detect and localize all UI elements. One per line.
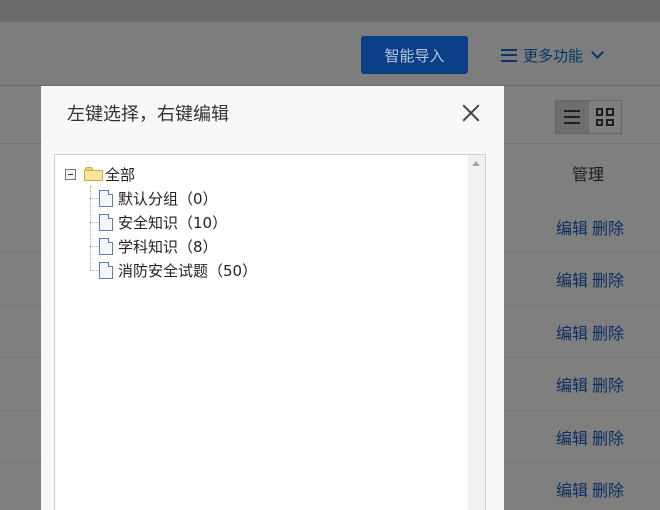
scroll-up-arrow-icon[interactable] bbox=[472, 161, 480, 166]
top-strip bbox=[0, 0, 660, 22]
delete-link[interactable]: 删除 bbox=[592, 477, 624, 501]
document-icon bbox=[99, 237, 113, 255]
chevron-down-icon bbox=[591, 45, 604, 59]
edit-link[interactable]: 编辑 bbox=[556, 372, 588, 396]
more-functions-label: 更多功能 bbox=[523, 46, 584, 65]
menu-icon bbox=[501, 48, 517, 62]
tree-children: 默认分组（0） 安全知识（10） 学科知识（8） 消防安全试题（50） bbox=[65, 186, 257, 282]
edit-link[interactable]: 编辑 bbox=[556, 320, 588, 344]
tree-node-item[interactable]: 消防安全试题（50） bbox=[89, 258, 258, 282]
grid-view-button[interactable] bbox=[589, 101, 622, 133]
view-toggle bbox=[555, 100, 622, 134]
tree-node-item[interactable]: 学科知识（8） bbox=[89, 234, 257, 258]
document-icon bbox=[99, 261, 113, 279]
dialog-body: 全部 默认分组（0） 安全知识（10） 学科知识（8） 消防安全试题（50） bbox=[41, 140, 504, 510]
tree-node-item[interactable]: 安全知识（10） bbox=[89, 210, 257, 234]
tree-node-item[interactable]: 默认分组（0） bbox=[89, 186, 257, 210]
dialog-header: 左键选择，右键编辑 bbox=[41, 86, 504, 140]
column-header-manage: 管理 bbox=[571, 165, 604, 184]
row-actions: 编辑 删除 bbox=[556, 306, 624, 358]
delete-link[interactable]: 删除 bbox=[592, 215, 624, 239]
tree-node-label: 安全知识（10） bbox=[118, 213, 228, 232]
smart-import-button[interactable]: 智能导入 bbox=[361, 36, 468, 74]
list-view-button[interactable] bbox=[556, 101, 589, 133]
tree-node-label: 消防安全试题（50） bbox=[118, 261, 258, 280]
tree-node-label: 默认分组（0） bbox=[118, 189, 218, 208]
tree-node-root[interactable]: 全部 bbox=[65, 162, 257, 186]
row-actions: 编辑 删除 bbox=[556, 463, 624, 510]
list-icon bbox=[564, 110, 581, 124]
tree-node-label: 全部 bbox=[105, 165, 136, 184]
row-actions: 编辑 删除 bbox=[556, 358, 624, 410]
row-actions: 编辑 删除 bbox=[556, 253, 624, 305]
dialog-title: 左键选择，右键编辑 bbox=[67, 104, 229, 125]
delete-link[interactable]: 删除 bbox=[592, 372, 624, 396]
delete-link[interactable]: 删除 bbox=[592, 320, 624, 344]
edit-link[interactable]: 编辑 bbox=[556, 477, 588, 501]
close-icon[interactable] bbox=[462, 104, 480, 122]
tree-container: 全部 默认分组（0） 安全知识（10） 学科知识（8） 消防安全试题（50） bbox=[54, 154, 486, 510]
more-functions-menu[interactable]: 更多功能 bbox=[501, 36, 604, 74]
edit-link[interactable]: 编辑 bbox=[556, 215, 588, 239]
scrollbar[interactable] bbox=[468, 155, 485, 510]
row-actions: 编辑 删除 bbox=[556, 411, 624, 463]
delete-link[interactable]: 删除 bbox=[592, 267, 624, 291]
document-icon bbox=[99, 213, 113, 231]
folder-icon bbox=[84, 167, 103, 181]
row-actions: 编辑 删除 bbox=[556, 201, 624, 253]
category-tree-dialog: 左键选择，右键编辑 全部 默认分组（0） 安全知识（10） 学科知识（8） 消防安全试… bbox=[41, 86, 504, 510]
edit-link[interactable]: 编辑 bbox=[556, 267, 588, 291]
delete-link[interactable]: 删除 bbox=[592, 425, 624, 449]
collapse-icon[interactable] bbox=[65, 168, 76, 180]
category-tree: 全部 默认分组（0） 安全知识（10） 学科知识（8） 消防安全试题（50） bbox=[65, 162, 257, 282]
document-icon bbox=[99, 189, 113, 207]
grid-icon bbox=[595, 108, 614, 126]
tree-node-label: 学科知识（8） bbox=[118, 237, 218, 256]
edit-link[interactable]: 编辑 bbox=[556, 425, 588, 449]
